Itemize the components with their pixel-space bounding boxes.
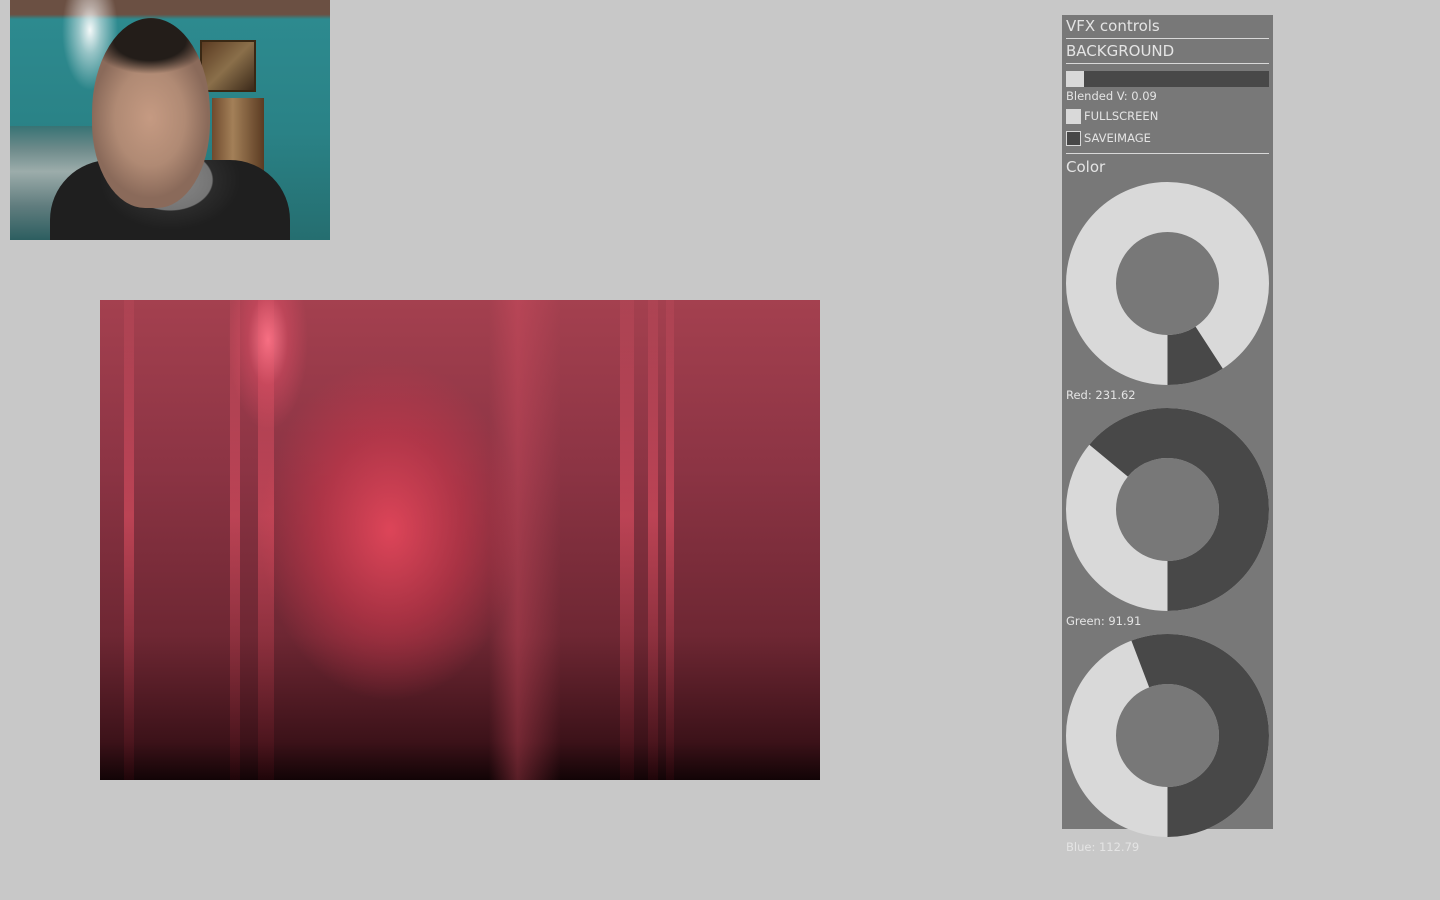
green-knob-label: Green: 91.91 xyxy=(1066,614,1142,628)
blue-knob[interactable] xyxy=(1066,634,1269,837)
saveimage-label: SAVEIMAGE xyxy=(1084,131,1151,145)
green-knob[interactable] xyxy=(1066,408,1269,611)
knob-center xyxy=(1117,685,1218,786)
saveimage-checkbox[interactable] xyxy=(1066,130,1081,146)
webcam-background-frame xyxy=(200,40,256,92)
panel-title: VFX controls xyxy=(1066,17,1160,35)
blended-v-slider[interactable] xyxy=(1066,71,1269,87)
vfx-output-view xyxy=(100,300,820,780)
blue-knob-label: Blue: 112.79 xyxy=(1066,840,1140,854)
color-section-title: Color xyxy=(1066,158,1106,176)
webcam-preview xyxy=(10,0,330,240)
divider xyxy=(1066,63,1269,64)
background-section-title: BACKGROUND xyxy=(1066,42,1175,60)
webcam-person-head xyxy=(92,18,210,208)
blended-v-label: Blended V: 0.09 xyxy=(1066,89,1157,103)
fullscreen-label: FULLSCREEN xyxy=(1084,109,1159,123)
knob-center xyxy=(1117,459,1218,560)
fullscreen-toggle[interactable]: FULLSCREEN xyxy=(1066,105,1269,127)
vfx-controls-panel: VFX controls BACKGROUND Blended V: 0.09 … xyxy=(1062,15,1273,854)
saveimage-toggle[interactable]: SAVEIMAGE xyxy=(1066,127,1269,149)
blended-v-slider-fill xyxy=(1066,71,1085,87)
divider xyxy=(1066,38,1269,39)
fullscreen-checkbox[interactable] xyxy=(1066,108,1081,124)
red-knob[interactable] xyxy=(1066,182,1269,385)
red-knob-label: Red: 231.62 xyxy=(1066,388,1136,402)
knob-center xyxy=(1117,233,1218,334)
divider xyxy=(1066,153,1269,154)
